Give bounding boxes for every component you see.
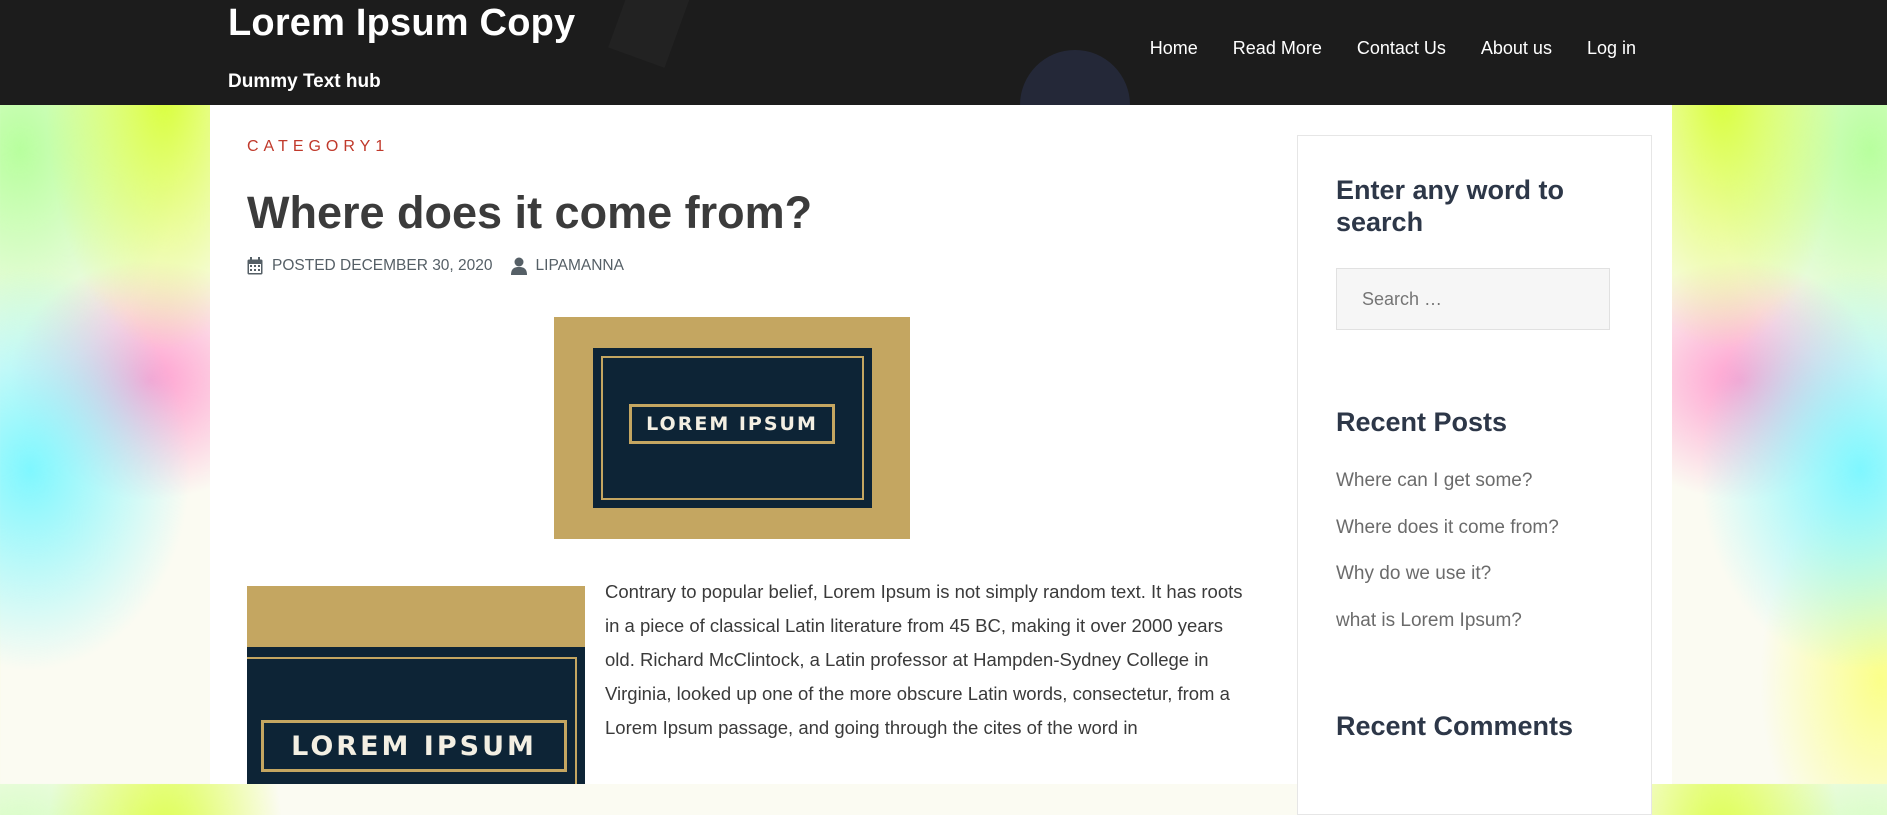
nav-read-more[interactable]: Read More [1233,38,1322,59]
site-header: Lorem Ipsum Copy Dummy Text hub Home Rea… [0,0,1887,105]
site-tagline: Dummy Text hub [228,71,381,92]
post-author-block: LIPAMANNA [510,257,624,275]
header-decoration [608,0,692,68]
image-label: LOREM IPSUM [629,404,835,444]
inline-image: LOREM IPSUM [247,586,585,784]
recent-comments-title: Recent Comments [1336,711,1574,741]
nav-home[interactable]: Home [1150,38,1198,59]
nav-log-in[interactable]: Log in [1587,38,1636,59]
nav-about-us[interactable]: About us [1481,38,1552,59]
post-meta: POSTED DECEMBER 30, 2020 LIPAMANNA [247,257,624,275]
user-icon [510,257,527,275]
recent-post-link[interactable]: Why do we use it? [1336,559,1559,606]
featured-image: LOREM IPSUM [554,317,910,539]
nav-contact-us[interactable]: Contact Us [1357,38,1446,59]
sidebar: Enter any word to search Recent Posts Wh… [1297,135,1652,815]
post-date[interactable]: POSTED DECEMBER 30, 2020 [272,257,493,275]
site-title[interactable]: Lorem Ipsum Copy [228,2,575,45]
recent-posts-title: Recent Posts [1336,407,1508,437]
image-label: LOREM IPSUM [261,720,567,772]
recent-post-link[interactable]: what is Lorem Ipsum? [1336,606,1559,653]
calendar-icon [247,257,263,275]
recent-post-link[interactable]: Where can I get some? [1336,466,1559,513]
main-navigation: Home Read More Contact Us About us Log i… [1150,38,1636,59]
search-widget-title: Enter any word to search [1336,175,1565,237]
page-content: CATEGORY1 Where does it come from? POSTE… [210,105,1672,815]
header-decoration [1020,50,1130,105]
search-input[interactable] [1336,268,1610,330]
recent-post-link[interactable]: Where does it come from? [1336,513,1559,560]
recent-posts-list: Where can I get some? Where does it come… [1336,466,1559,652]
post-body: Contrary to popular belief, Lorem Ipsum … [605,581,1243,738]
post-title: Where does it come from? [247,187,813,238]
post-author[interactable]: LIPAMANNA [536,257,624,275]
post-category[interactable]: CATEGORY1 [247,138,389,156]
